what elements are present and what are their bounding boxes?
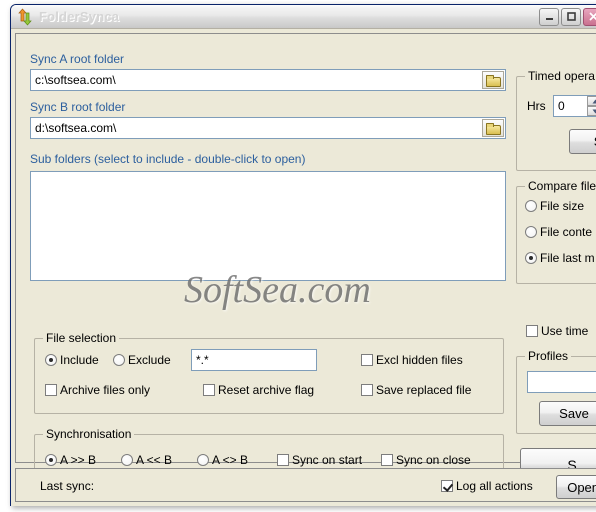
radio-indicator — [525, 200, 537, 212]
exclude-radio[interactable]: Exclude — [113, 353, 171, 367]
radio-indicator — [525, 226, 537, 238]
radio-indicator — [45, 354, 57, 366]
client-area: Sync A root folder c:\softsea.com\ Sync … — [11, 29, 596, 506]
save-profile-button[interactable]: Save — [539, 401, 596, 426]
excl-hidden-files-label: Excl hidden files — [376, 353, 463, 367]
start-timed-button[interactable]: ST — [569, 129, 596, 154]
profiles-group: Profiles Save — [516, 349, 596, 434]
checkbox-indicator — [361, 354, 373, 366]
hrs-label: Hrs — [527, 99, 546, 113]
sync-arrows-icon — [16, 7, 34, 26]
sync-b-browse-button[interactable] — [482, 119, 504, 137]
last-sync-label: Last sync: — [40, 479, 95, 493]
subfolders-listbox[interactable] — [30, 171, 506, 281]
compare-file-last-modified-label: File last m — [540, 251, 595, 265]
profiles-title: Profiles — [525, 349, 572, 363]
checkbox-indicator — [361, 384, 373, 396]
synchronisation-title: Synchronisation — [43, 427, 135, 441]
file-selection-group: File selection Include Exclude *.* Excl … — [34, 331, 504, 414]
sync-on-close-label: Sync on close — [396, 453, 471, 467]
minimize-button[interactable] — [539, 7, 559, 26]
checkbox-indicator — [203, 384, 215, 396]
window-title: FolderSynca — [39, 9, 120, 24]
reset-archive-flag-label: Reset archive flag — [218, 383, 315, 397]
sync-a-input[interactable]: c:\softsea.com\ — [30, 69, 506, 91]
compare-file-contents-label: File conte — [540, 225, 593, 239]
checkbox-indicator — [277, 454, 289, 466]
status-bar: Last sync: Log all actions Open lo — [15, 468, 596, 502]
direction-b-to-a-label: A << B — [136, 453, 173, 467]
save-replaced-file-label: Save replaced file — [376, 383, 472, 397]
save-replaced-file-checkbox[interactable]: Save replaced file — [361, 383, 471, 397]
checkbox-indicator — [441, 480, 453, 492]
spinner-down-button[interactable] — [587, 106, 596, 116]
direction-b-to-a-radio[interactable]: A << B — [121, 453, 172, 467]
maximize-button[interactable] — [561, 7, 581, 26]
profile-name-input[interactable] — [527, 371, 596, 393]
file-mask-input[interactable]: *.* — [191, 349, 317, 371]
radio-indicator — [197, 454, 209, 466]
folder-icon — [486, 75, 501, 87]
archive-files-only-checkbox[interactable]: Archive files only — [45, 383, 150, 397]
sync-b-input[interactable]: d:\softsea.com\ — [30, 117, 506, 139]
direction-a-to-b-radio[interactable]: A >> B — [45, 453, 96, 467]
compare-files-title: Compare file — [525, 179, 596, 193]
radio-indicator — [525, 252, 537, 264]
compare-files-group: Compare file File size File conte File l… — [516, 179, 596, 284]
exclude-label: Exclude — [128, 353, 171, 367]
folder-icon — [486, 123, 501, 135]
compare-file-size-radio[interactable]: File size — [525, 199, 584, 213]
log-all-actions-label: Log all actions — [456, 479, 533, 493]
direction-both-radio[interactable]: A <> B — [197, 453, 248, 467]
spinner-up-button[interactable] — [587, 96, 596, 106]
sync-on-start-label: Sync on start — [292, 453, 363, 467]
close-button[interactable] — [583, 7, 596, 26]
radio-indicator — [113, 354, 125, 366]
radio-indicator — [45, 454, 57, 466]
use-time-label: Use time — [541, 324, 589, 338]
sync-b-label: Sync B root folder — [30, 100, 126, 114]
reset-archive-flag-checkbox[interactable]: Reset archive flag — [203, 383, 314, 397]
compare-file-contents-radio[interactable]: File conte — [525, 225, 592, 239]
use-time-checkbox[interactable]: Use time — [526, 324, 588, 338]
hrs-label-text: Hrs — [527, 99, 546, 113]
log-all-actions-checkbox[interactable]: Log all actions — [441, 479, 533, 493]
compare-file-size-label: File size — [540, 199, 585, 213]
sync-on-close-checkbox[interactable]: Sync on close — [381, 453, 471, 467]
direction-a-to-b-label: A >> B — [60, 453, 97, 467]
open-log-button[interactable]: Open lo — [556, 475, 596, 499]
include-label: Include — [60, 353, 99, 367]
checkbox-indicator — [45, 384, 57, 396]
timed-operation-group: Timed opera Hrs 0 ST — [516, 69, 596, 171]
sync-a-browse-button[interactable] — [482, 71, 504, 89]
compare-file-last-modified-radio[interactable]: File last m — [525, 251, 595, 265]
hrs-spinner[interactable] — [587, 96, 596, 116]
subfolders-label: Sub folders (select to include - double-… — [30, 152, 306, 166]
radio-indicator — [121, 454, 133, 466]
excl-hidden-files-checkbox[interactable]: Excl hidden files — [361, 353, 463, 367]
archive-files-only-label: Archive files only — [60, 383, 151, 397]
include-radio[interactable]: Include — [45, 353, 99, 367]
window-buttons — [539, 7, 596, 26]
main-panel: Sync A root folder c:\softsea.com\ Sync … — [15, 33, 596, 482]
sync-on-start-checkbox[interactable]: Sync on start — [277, 453, 362, 467]
title-bar[interactable]: FolderSynca — [11, 5, 596, 29]
application-window: FolderSynca Sync A root folder c:\softse… — [10, 4, 596, 506]
sync-a-label: Sync A root folder — [30, 52, 125, 66]
timed-operation-title: Timed opera — [525, 69, 596, 83]
file-selection-title: File selection — [43, 331, 120, 345]
checkbox-indicator — [526, 325, 538, 337]
direction-both-label: A <> B — [212, 453, 249, 467]
checkbox-indicator — [381, 454, 393, 466]
